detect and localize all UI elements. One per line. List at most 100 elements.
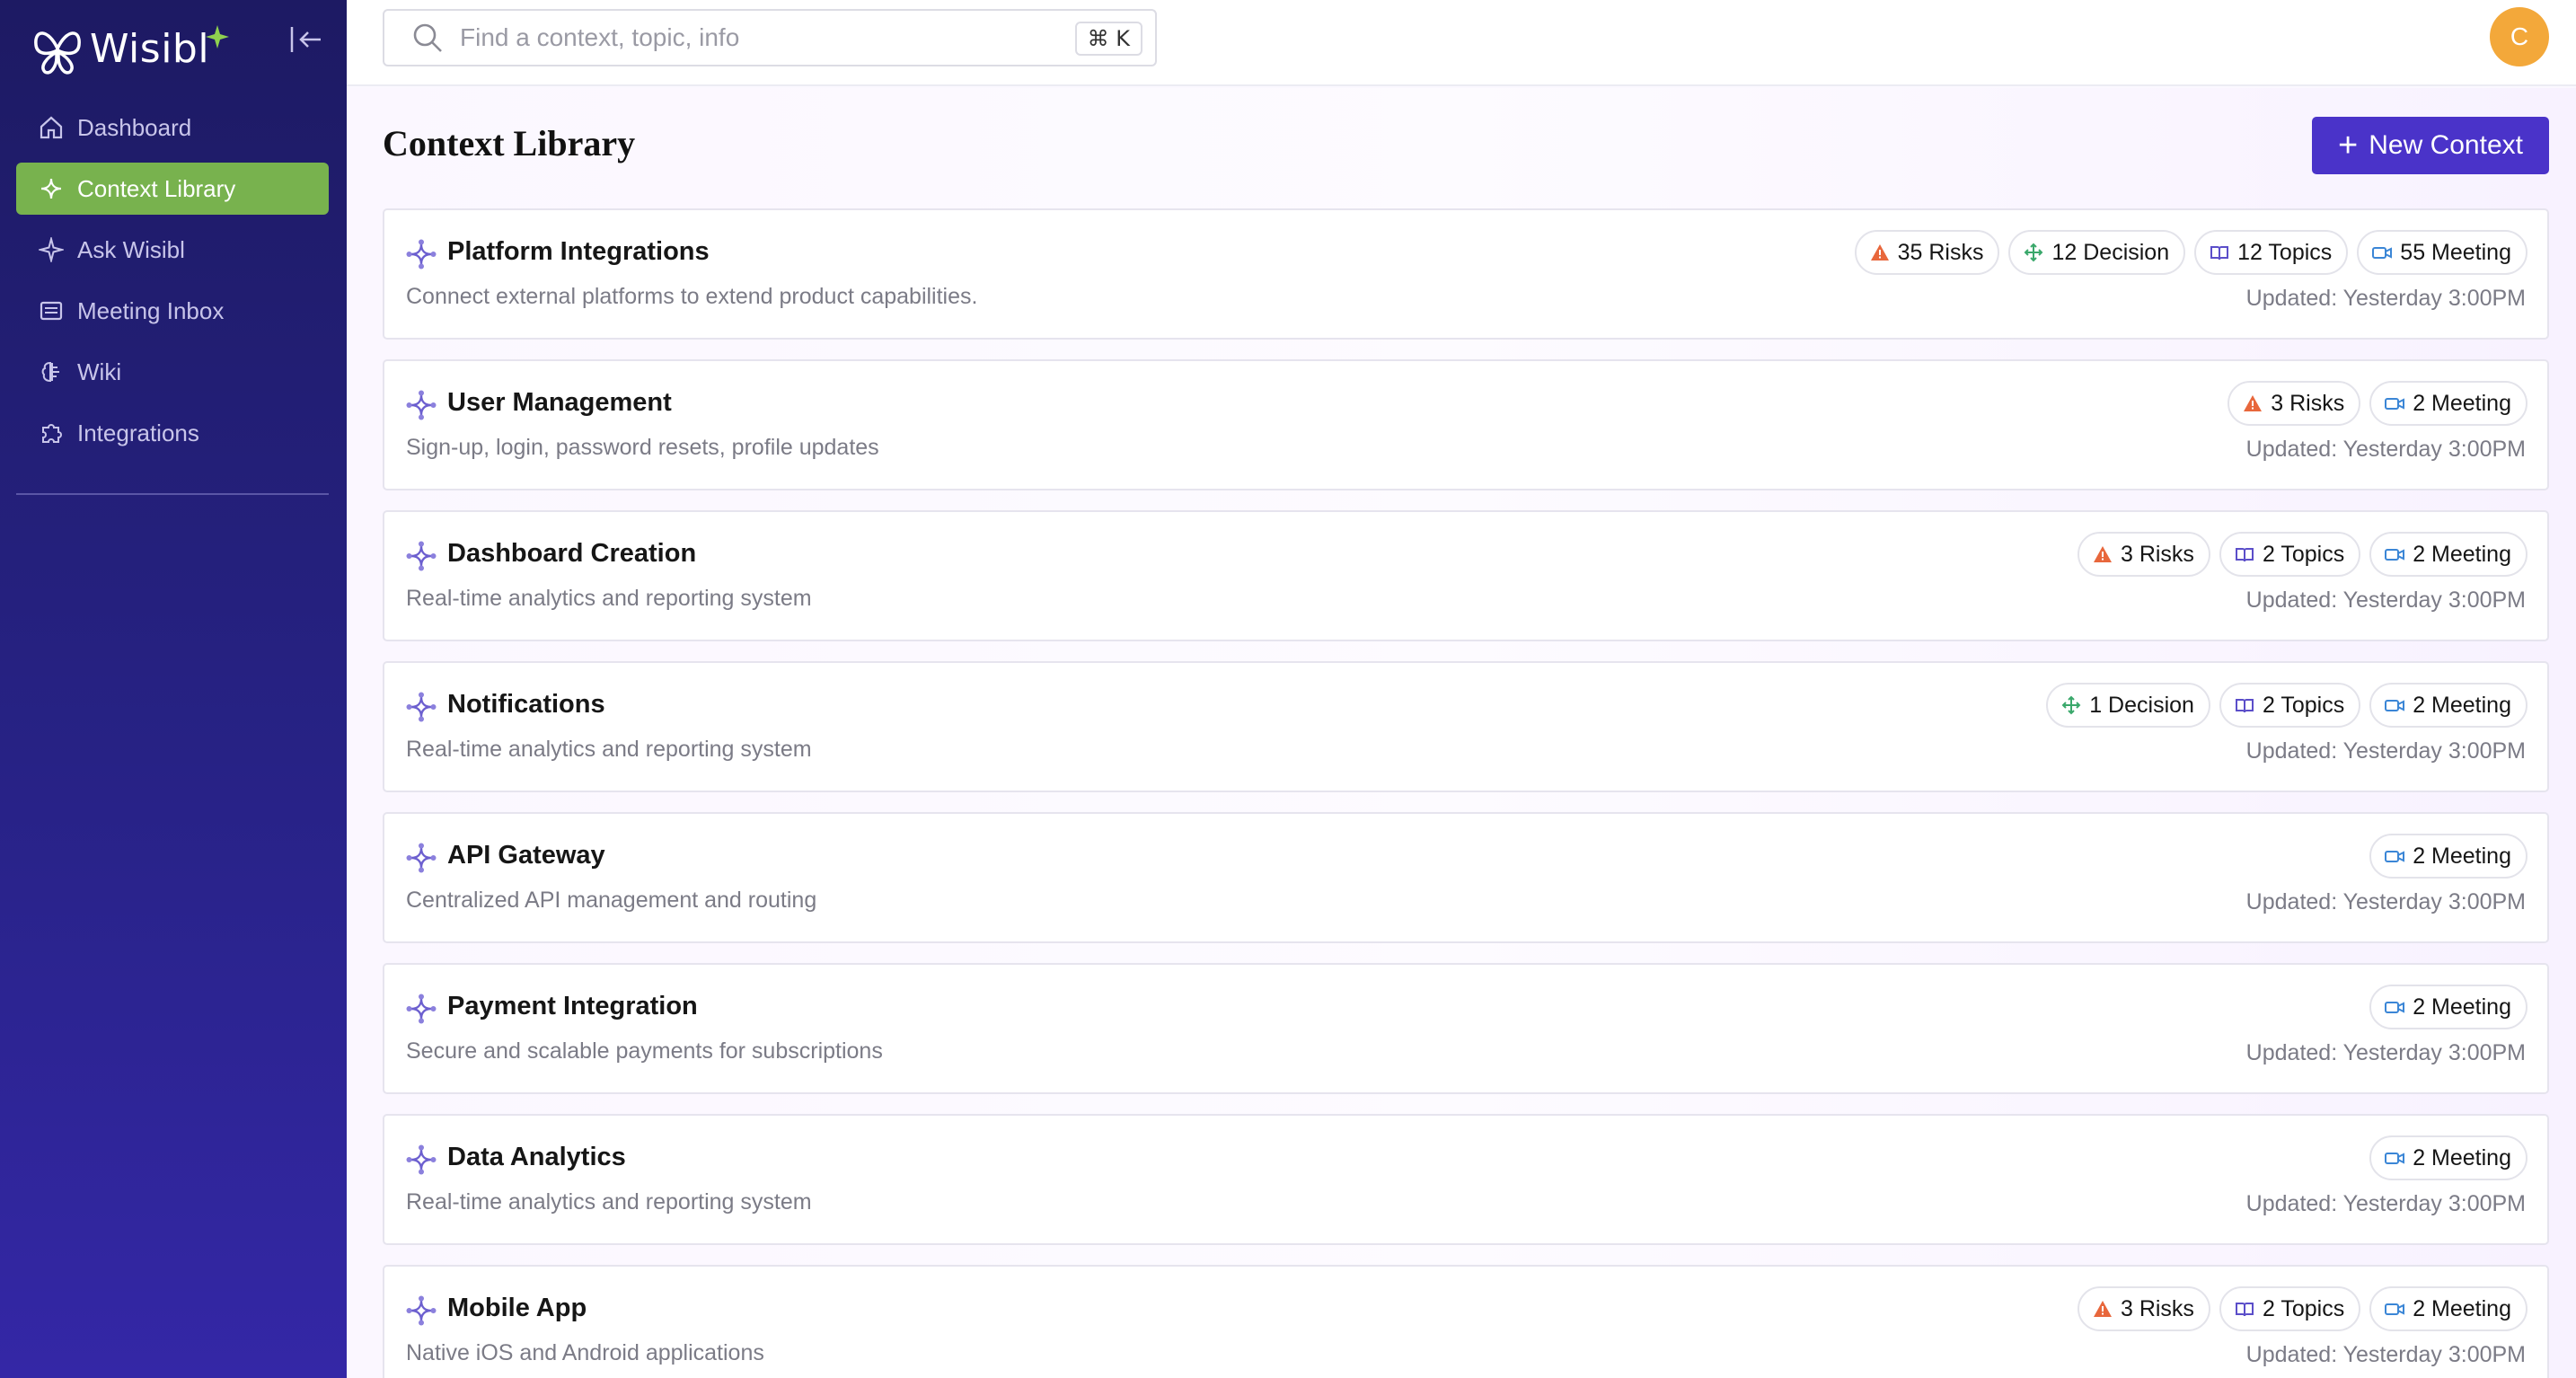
star-icon xyxy=(38,236,65,263)
topic-badge[interactable]: 2 Topics xyxy=(2219,532,2361,577)
context-description: Real-time analytics and reporting system xyxy=(406,1189,812,1215)
sidebar-item-integrations[interactable]: Integrations xyxy=(16,407,329,459)
context-card[interactable]: Data Analytics Real-time analytics and re… xyxy=(383,1114,2549,1245)
video-camera-icon xyxy=(2384,1147,2405,1169)
context-updated: Updated: Yesterday 3:00PM xyxy=(2245,286,2526,311)
sidebar-item-label: Meeting Inbox xyxy=(77,296,225,324)
sparkle-icon xyxy=(38,175,65,202)
context-card[interactable]: Notifications Real-time analytics and rep… xyxy=(383,661,2549,792)
topic-badge[interactable]: 2 Topics xyxy=(2219,683,2361,728)
collapse-arrow-icon xyxy=(290,27,321,52)
logo-text: Wisibl xyxy=(90,25,210,72)
risk-badge[interactable]: 3 Risks xyxy=(2228,381,2361,426)
decision-badge[interactable]: 1 Decision xyxy=(2046,683,2210,728)
badge-label: 1 Decision xyxy=(2089,692,2194,718)
badge-label: 2 Meeting xyxy=(2413,541,2511,567)
sidebar-item-wiki[interactable]: Wiki xyxy=(16,346,329,398)
book-icon xyxy=(2234,1298,2255,1320)
badge-label: 2 Meeting xyxy=(2413,390,2511,416)
sidebar-item-label: Dashboard xyxy=(77,113,192,141)
meeting-badge[interactable]: 2 Meeting xyxy=(2369,1286,2527,1331)
topic-badge[interactable]: 12 Topics xyxy=(2194,230,2349,275)
context-node-icon xyxy=(406,994,437,1024)
context-card[interactable]: User Management Sign-up, login, password … xyxy=(383,359,2549,490)
video-camera-icon xyxy=(2384,393,2405,414)
context-updated: Updated: Yesterday 3:00PM xyxy=(2245,587,2526,613)
context-title[interactable]: Notifications xyxy=(447,690,605,720)
video-camera-icon xyxy=(2384,1298,2405,1320)
context-badges: 1 Decision 2 Topics 2 Meeting xyxy=(2046,683,2527,728)
badge-label: 35 Risks xyxy=(1897,239,1984,265)
context-title[interactable]: Mobile App xyxy=(447,1294,587,1323)
decision-arrows-icon xyxy=(2023,242,2044,263)
risk-badge[interactable]: 35 Risks xyxy=(1854,230,2000,275)
meeting-badge[interactable]: 55 Meeting xyxy=(2357,230,2527,275)
user-avatar[interactable]: C xyxy=(2490,7,2549,66)
context-node-icon xyxy=(406,541,437,571)
context-node-icon xyxy=(406,239,437,269)
badge-label: 2 Topics xyxy=(2262,692,2345,718)
logo[interactable]: Wisibl xyxy=(32,20,230,77)
sidebar-item-meeting-inbox[interactable]: Meeting Inbox xyxy=(16,285,329,337)
new-context-button[interactable]: + New Context xyxy=(2312,117,2549,174)
sidebar-item-ask-wisibl[interactable]: Ask Wisibl xyxy=(16,224,329,276)
main-content: Context Library + New Context Platform I… xyxy=(347,88,2576,1378)
search-box[interactable]: ⌘ K xyxy=(383,9,1157,66)
butterfly-logo-icon xyxy=(34,31,81,75)
context-title[interactable]: Payment Integration xyxy=(447,992,698,1021)
context-description: Centralized API management and routing xyxy=(406,888,817,913)
context-card[interactable]: Dashboard Creation Real-time analytics an… xyxy=(383,510,2549,641)
context-description: Native iOS and Android applications xyxy=(406,1340,764,1365)
meeting-badge[interactable]: 2 Meeting xyxy=(2369,985,2527,1029)
meeting-badge[interactable]: 2 Meeting xyxy=(2369,834,2527,879)
context-node-icon xyxy=(406,1295,437,1326)
sidebar: Wisibl Dashboard Context Library Ask Wis… xyxy=(0,0,347,1378)
context-card[interactable]: Platform Integrations Connect external pl… xyxy=(383,208,2549,340)
context-title[interactable]: API Gateway xyxy=(447,841,605,870)
context-updated: Updated: Yesterday 3:00PM xyxy=(2245,889,2526,914)
badge-label: 2 Topics xyxy=(2262,541,2345,567)
context-description: Secure and scalable payments for subscri… xyxy=(406,1038,883,1064)
decision-badge[interactable]: 12 Decision xyxy=(2008,230,2186,275)
meeting-badge[interactable]: 2 Meeting xyxy=(2369,683,2527,728)
context-card[interactable]: Mobile App Native iOS and Android applica… xyxy=(383,1265,2549,1378)
context-node-icon xyxy=(406,843,437,873)
decision-arrows-icon xyxy=(2060,694,2082,716)
context-title[interactable]: User Management xyxy=(447,388,672,418)
meeting-badge[interactable]: 2 Meeting xyxy=(2369,1135,2527,1180)
video-camera-icon xyxy=(2371,242,2393,263)
collapse-sidebar-button[interactable] xyxy=(286,22,327,57)
meeting-badge[interactable]: 2 Meeting xyxy=(2369,532,2527,577)
context-node-icon xyxy=(406,692,437,722)
sidebar-divider xyxy=(16,493,329,495)
badge-label: 12 Topics xyxy=(2237,239,2333,265)
context-title[interactable]: Dashboard Creation xyxy=(447,539,696,569)
context-updated: Updated: Yesterday 3:00PM xyxy=(2245,1342,2526,1367)
page-title: Context Library xyxy=(383,123,636,163)
sidebar-item-label: Context Library xyxy=(77,174,236,202)
sidebar-item-context-library[interactable]: Context Library xyxy=(16,163,329,215)
meeting-badge[interactable]: 2 Meeting xyxy=(2369,381,2527,426)
badge-label: 3 Risks xyxy=(2120,541,2194,567)
risk-badge[interactable]: 3 Risks xyxy=(2077,532,2210,577)
context-badges: 2 Meeting xyxy=(2369,985,2527,1029)
context-card[interactable]: API Gateway Centralized API management an… xyxy=(383,812,2549,943)
new-context-label: New Context xyxy=(2369,130,2523,160)
context-updated: Updated: Yesterday 3:00PM xyxy=(2245,437,2526,462)
sidebar-item-label: Wiki xyxy=(77,358,122,385)
context-description: Real-time analytics and reporting system xyxy=(406,586,812,611)
search-icon xyxy=(413,23,442,52)
badge-label: 2 Meeting xyxy=(2413,692,2511,718)
badge-label: 55 Meeting xyxy=(2400,239,2511,265)
badge-label: 2 Topics xyxy=(2262,1295,2345,1321)
topic-badge[interactable]: 2 Topics xyxy=(2219,1286,2361,1331)
sidebar-item-dashboard[interactable]: Dashboard xyxy=(16,102,329,154)
video-camera-icon xyxy=(2384,996,2405,1018)
search-input[interactable] xyxy=(460,23,1035,52)
risk-badge[interactable]: 3 Risks xyxy=(2077,1286,2210,1331)
home-icon xyxy=(38,114,65,141)
context-card[interactable]: Payment Integration Secure and scalable p… xyxy=(383,963,2549,1094)
context-title[interactable]: Platform Integrations xyxy=(447,237,710,267)
context-title[interactable]: Data Analytics xyxy=(447,1143,626,1172)
context-badges: 35 Risks 12 Decision 12 Topics 55 Meeting xyxy=(1854,230,2527,275)
